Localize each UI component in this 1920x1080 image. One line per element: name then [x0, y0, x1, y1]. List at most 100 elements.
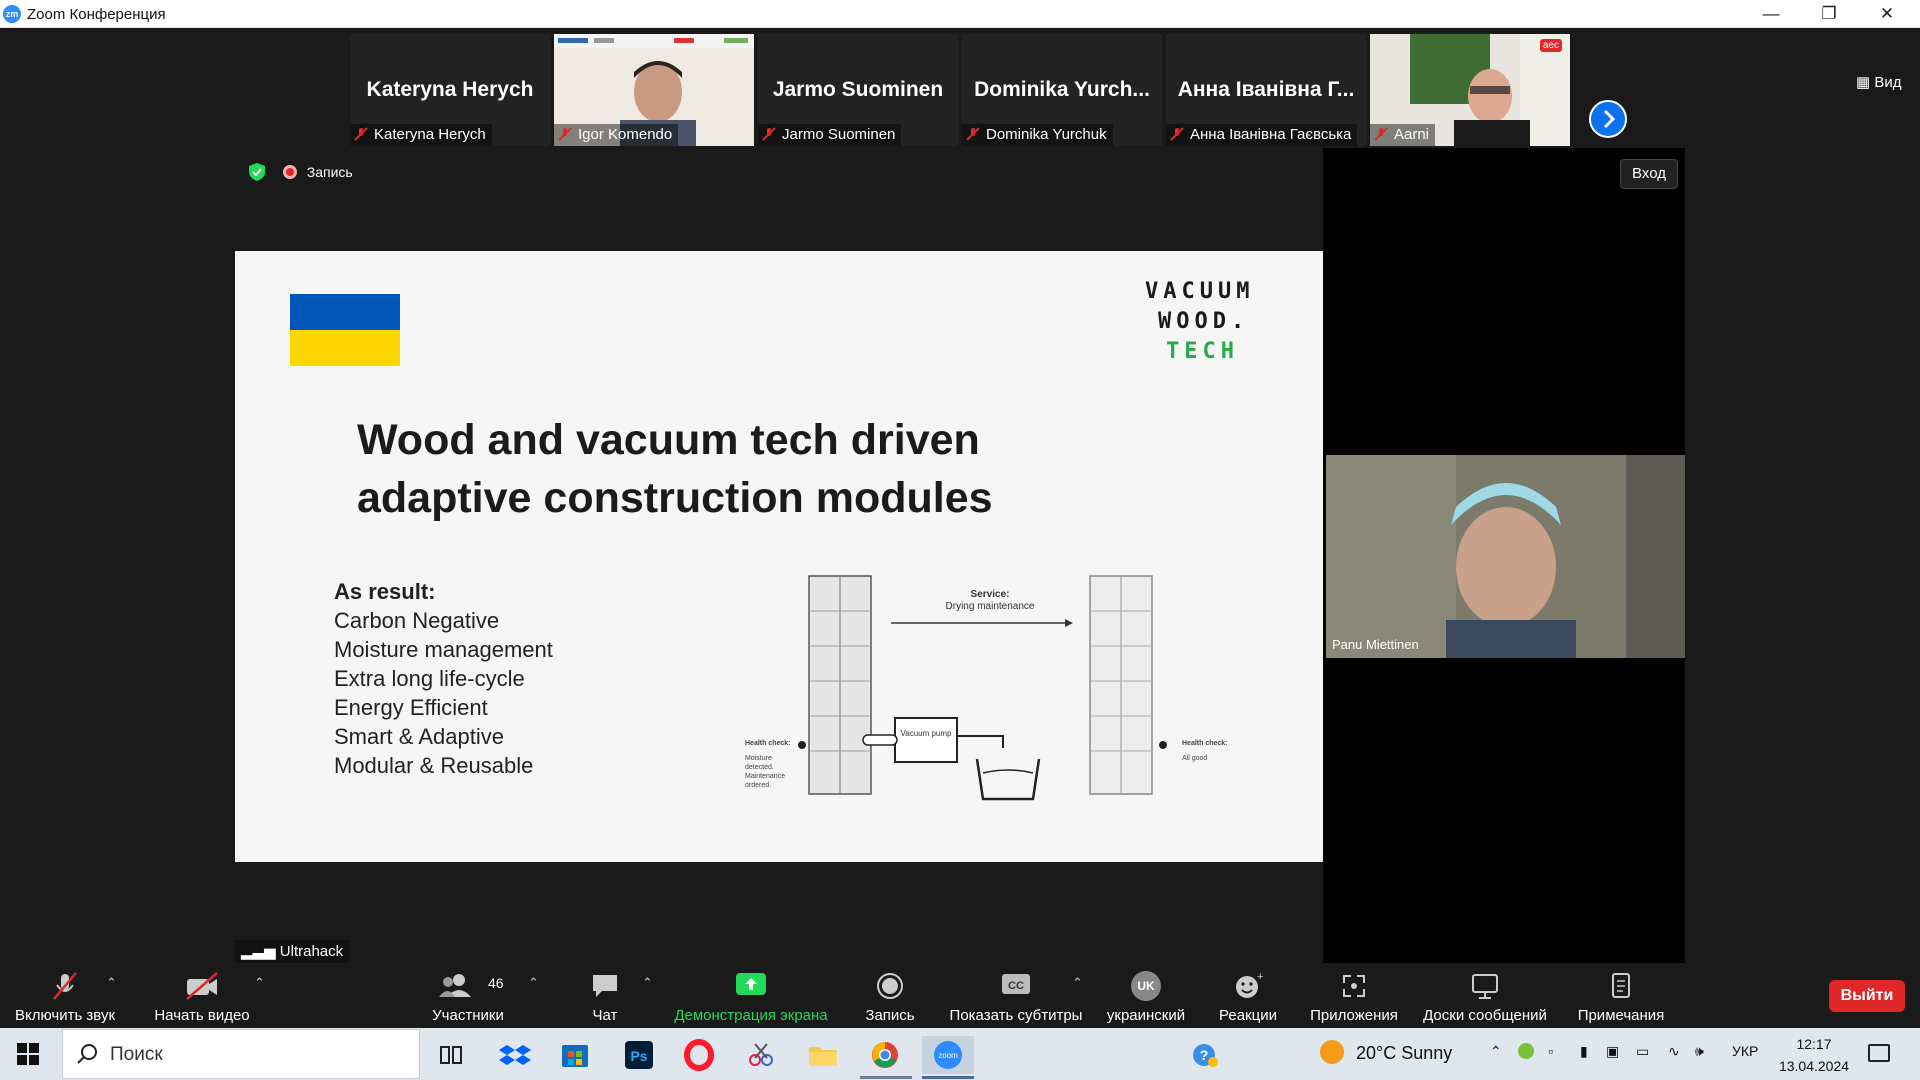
svg-text:zoom: zoom [938, 1051, 958, 1060]
grid-icon: ▦ [1856, 74, 1871, 91]
zoom-active-indicator [922, 1076, 974, 1079]
ukraine-flag-blue [290, 294, 400, 330]
whiteboards-button[interactable]: Доски сообщений [1416, 963, 1554, 1028]
audio-options-caret[interactable]: ⌃ [106, 975, 117, 991]
chat-button[interactable]: Чат [572, 963, 638, 1028]
chevron-right-icon [1603, 109, 1616, 129]
svg-text:?: ? [1200, 1047, 1209, 1063]
participant-display-name: Jarmo Suominen [772, 78, 944, 101]
notes-button[interactable]: Примечания [1570, 963, 1672, 1028]
reactions-button[interactable]: + Реакции [1208, 963, 1288, 1028]
weather-widget[interactable]: 20°C Sunny [1320, 1040, 1452, 1064]
file-explorer-icon[interactable] [804, 1036, 842, 1074]
wifi-icon[interactable]: ∿ [1668, 1043, 1680, 1060]
tray-app-icon[interactable] [1518, 1043, 1534, 1062]
pipe-connector [862, 734, 898, 746]
share-screen-icon [736, 973, 766, 995]
participant-display-name: Kateryna Herych [366, 78, 534, 101]
list-item: Smart & Adaptive [334, 724, 504, 749]
list-item: Modular & Reusable [334, 753, 534, 778]
participant-tile[interactable]: Dominika Yurch... Dominika Yurchuk [962, 34, 1162, 146]
window-title: Zoom Конференция [27, 6, 166, 23]
apps-button[interactable]: Приложения [1304, 963, 1404, 1028]
shield-check-icon [249, 163, 265, 181]
microphone-icon[interactable]: ▮ [1580, 1043, 1588, 1060]
tray-display-icon[interactable]: ▣ [1606, 1043, 1619, 1060]
start-button[interactable] [17, 1043, 39, 1070]
video-options-caret[interactable]: ⌃ [254, 975, 265, 991]
notifications-icon[interactable] [1868, 1044, 1890, 1062]
next-page-button[interactable] [1589, 100, 1627, 138]
search-icon [77, 1044, 97, 1064]
wall-panel-right-diagram [1089, 575, 1153, 795]
captions-button[interactable]: CC Показать субтитры [946, 963, 1086, 1028]
apps-icon [1343, 975, 1365, 997]
wall-panel-left-diagram [808, 575, 872, 795]
results-list: As result: Carbon Negative Moisture mana… [334, 579, 553, 778]
participant-tile[interactable]: Kateryna Herych Kateryna Herych [350, 34, 550, 146]
snipping-tool-icon[interactable] [742, 1036, 780, 1074]
participants-button[interactable]: 46 Участники [420, 963, 516, 1028]
minimize-button[interactable]: — [1742, 0, 1800, 28]
chat-icon [593, 975, 617, 997]
share-owner-label: ▂▃▅ Ultrahack [235, 940, 350, 964]
diagram-service-label: Service: Drying maintenance [945, 589, 1035, 612]
participant-tile[interactable]: Igor Komendo [554, 34, 754, 146]
sensor-right-icon [1159, 741, 1167, 749]
language-button[interactable]: UK украинский [1098, 963, 1194, 1028]
participant-name-label: Aarni [1370, 124, 1436, 146]
captions-badge: aec [1539, 39, 1562, 52]
participant-name-label: Jarmo Suominen [758, 124, 902, 146]
vacuum-pump-box [894, 717, 958, 763]
participants-icon [439, 974, 471, 997]
mic-muted-icon [1374, 127, 1388, 141]
list-item: Energy Efficient [334, 695, 488, 720]
participant-tile[interactable]: Анна Іванівна Г... Анна Іванівна Гаєвськ… [1166, 34, 1366, 146]
clock[interactable]: 12:17 13.04.2024 [1774, 1033, 1854, 1077]
unmute-button[interactable]: Включить звук [5, 963, 125, 1028]
login-button[interactable]: Вход [1620, 159, 1678, 189]
participant-name-label: Kateryna Herych [350, 124, 492, 146]
volume-icon[interactable]: 🕪 [1695, 1043, 1704, 1060]
list-item: Moisture management [334, 637, 553, 662]
chrome-active-indicator [860, 1076, 912, 1079]
recording-indicator[interactable]: Запись [247, 162, 353, 182]
record-button[interactable]: Запись [850, 963, 930, 1028]
chrome-icon[interactable] [866, 1036, 904, 1074]
mic-muted-icon [53, 972, 77, 1000]
microsoft-store-icon[interactable] [556, 1036, 594, 1074]
mic-muted-icon [966, 127, 980, 141]
chevron-up-icon[interactable]: ⌃ [1490, 1043, 1502, 1060]
close-button[interactable]: ✕ [1858, 0, 1916, 28]
leave-meeting-button[interactable]: Выйти [1829, 980, 1905, 1012]
participant-tile[interactable]: Jarmo Suominen Jarmo Suominen [758, 34, 958, 146]
participants-count: 46 [488, 975, 504, 991]
windows-logo-icon [17, 1043, 39, 1065]
start-video-button[interactable]: Начать видео [140, 963, 264, 1028]
mic-muted-icon [354, 127, 368, 141]
participant-strip: Kateryna Herych Kateryna Herych Igor Kom… [0, 28, 1920, 148]
participant-display-name: Анна Іванівна Г... [1177, 78, 1355, 101]
participant-tile[interactable]: aec Aarni [1370, 34, 1570, 146]
tray-device-icon[interactable]: ▫ [1548, 1043, 1553, 1059]
view-button[interactable]: ▦ Вид [1856, 73, 1902, 91]
sun-icon [1320, 1040, 1344, 1064]
diagram-right-health: Health check: All good [1182, 740, 1228, 762]
task-view-icon[interactable] [432, 1036, 470, 1074]
chat-options-caret[interactable]: ⌃ [642, 975, 653, 991]
photoshop-icon[interactable]: Ps [620, 1036, 658, 1074]
input-language[interactable]: УКР [1732, 1043, 1758, 1059]
diagram-left-health: Health check: Moisture detected. Mainten… [745, 740, 791, 789]
help-icon[interactable]: ? [1186, 1036, 1224, 1074]
active-speaker-video[interactable]: Panu Miettinen [1326, 455, 1685, 658]
participants-options-caret[interactable]: ⌃ [528, 975, 539, 991]
dropbox-icon[interactable] [496, 1036, 534, 1074]
captions-options-caret[interactable]: ⌃ [1072, 975, 1083, 991]
restore-button[interactable]: ❐ [1800, 0, 1858, 28]
share-screen-button[interactable]: Демонстрация экрана [666, 963, 836, 1028]
zoom-taskbar-icon[interactable]: zoom [922, 1036, 974, 1074]
opera-icon[interactable] [680, 1036, 718, 1074]
zoom-app-icon: zm [3, 5, 21, 23]
battery-icon[interactable]: ▭ [1636, 1043, 1649, 1060]
taskbar-search[interactable]: Поиск [62, 1029, 420, 1079]
